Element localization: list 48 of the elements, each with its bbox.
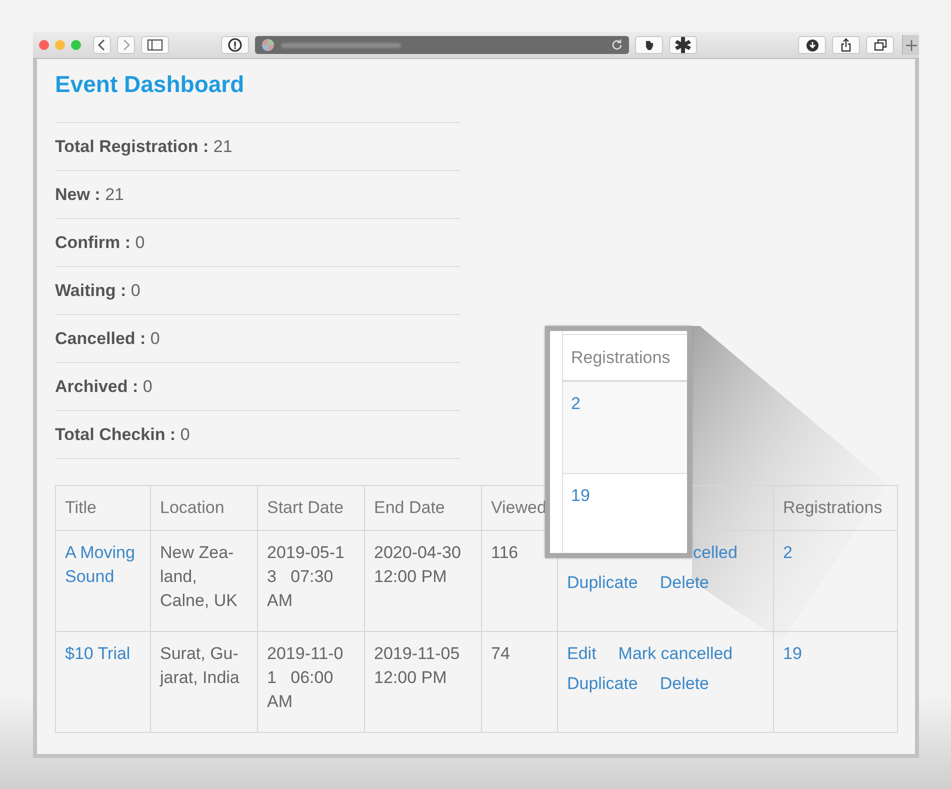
table-cell: 2019-05-1 3 07:30 AM xyxy=(258,530,364,632)
action-link[interactable]: Edit xyxy=(567,642,596,672)
column-header: Start Date xyxy=(258,486,364,530)
event-title-link[interactable]: A Moving Sound xyxy=(56,530,150,632)
page-title: Event Dashboard xyxy=(55,71,246,98)
download-icon xyxy=(806,38,818,52)
column-header: Title xyxy=(56,486,150,530)
column-header: End Date xyxy=(364,486,482,530)
stat-line: Confirm : 0 xyxy=(55,218,460,266)
stat-line: New : 21 xyxy=(55,170,460,218)
table-cell: 2019-11-05 12:00 PM xyxy=(364,632,482,732)
chevron-left-icon xyxy=(97,39,107,51)
plus-icon xyxy=(906,40,916,50)
action-link[interactable]: Delete xyxy=(660,571,710,601)
share-icon xyxy=(840,38,852,52)
new-tab-button[interactable] xyxy=(902,35,919,55)
sidebar-button[interactable] xyxy=(141,36,169,54)
stat-line: Total Registration : 21 xyxy=(55,122,460,170)
action-link[interactable]: Duplicate xyxy=(567,571,638,601)
info-icon xyxy=(228,38,242,52)
action-link[interactable]: Duplicate xyxy=(567,672,638,702)
table-cell: 74 xyxy=(482,632,558,732)
registrations-link[interactable]: 2 xyxy=(563,382,687,474)
stat-line: Archived : 0 xyxy=(55,362,460,410)
event-title-link[interactable]: $10 Trial xyxy=(56,632,150,732)
tabs-icon xyxy=(874,39,886,51)
back-button[interactable] xyxy=(93,36,111,54)
info-button[interactable] xyxy=(221,36,249,54)
table-cell: 2020-04-30 12:00 PM xyxy=(364,530,482,632)
globe-icon xyxy=(261,38,275,52)
action-link[interactable]: celled xyxy=(693,541,738,571)
extension-button[interactable] xyxy=(635,36,663,54)
download-button[interactable] xyxy=(798,36,826,54)
tabs-button[interactable] xyxy=(866,36,894,54)
column-header: Location xyxy=(150,486,258,530)
action-link[interactable]: Mark cancelled xyxy=(618,642,733,672)
chevron-right-icon xyxy=(121,39,131,51)
stat-line: Cancelled : 0 xyxy=(55,314,460,362)
sidebar-icon xyxy=(147,39,163,51)
reload-icon xyxy=(611,39,623,51)
action-link[interactable]: Delete xyxy=(660,672,710,702)
table-cell: New Zea-land, Calne, UK xyxy=(150,530,258,632)
table-cell: 2019-11-0 1 06:00 AM xyxy=(258,632,364,732)
extension-button[interactable] xyxy=(669,36,697,54)
table-cell: Surat, Gu-jarat, India xyxy=(150,632,258,732)
stat-line: Waiting : 0 xyxy=(55,266,460,314)
stat-line: Total Checkin : 0 xyxy=(55,410,460,458)
share-button[interactable] xyxy=(832,36,860,54)
